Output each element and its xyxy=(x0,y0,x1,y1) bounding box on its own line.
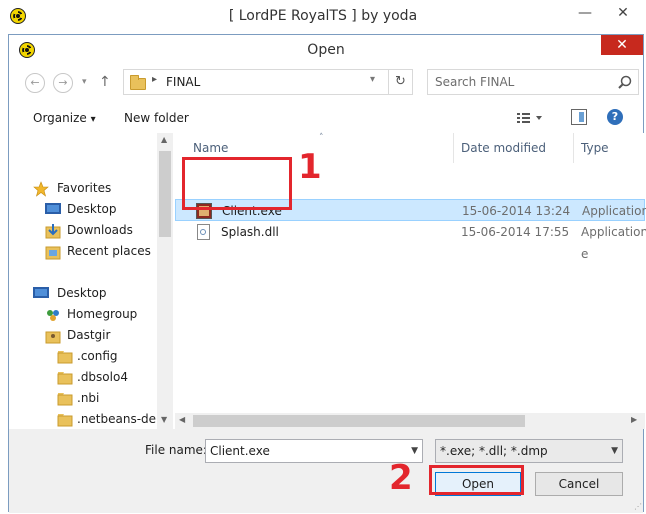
folder-icon xyxy=(130,75,146,90)
command-bar: Organize ▾ New folder ? xyxy=(9,103,643,133)
dll-file-icon xyxy=(197,224,210,240)
preview-pane-icon[interactable] xyxy=(571,109,587,125)
column-header-name[interactable]: Name xyxy=(193,141,228,155)
address-row: ← → ▾ ↑ ▸ FINAL ▾ ↻ Search FINAL xyxy=(9,65,643,103)
column-divider[interactable] xyxy=(453,133,454,163)
nav-item-label: Homegroup xyxy=(67,307,138,321)
minimize-button[interactable]: — xyxy=(566,0,604,26)
nav-item-netbeans-derb[interactable]: .netbeans-derb xyxy=(9,409,169,429)
file-name: Splash.dll xyxy=(221,225,279,239)
recent-places-icon xyxy=(45,244,61,266)
annotation-box-open xyxy=(429,465,524,495)
nav-item-label: Favorites xyxy=(57,181,112,195)
file-type: Application e xyxy=(581,225,646,261)
desktop-icon xyxy=(33,286,49,306)
new-folder-button[interactable]: New folder xyxy=(124,111,189,125)
nav-item-label: Downloads xyxy=(67,223,133,237)
organize-label: Organize xyxy=(33,111,87,125)
recent-locations-icon[interactable]: ▾ xyxy=(82,77,87,87)
nav-item-homegroup[interactable]: Homegroup xyxy=(9,304,157,324)
nav-item-desktop[interactable]: Desktop xyxy=(9,283,157,303)
search-icon[interactable] xyxy=(618,75,632,89)
file-name-label: File name: xyxy=(145,443,207,457)
nav-item-favorites[interactable]: Favorites xyxy=(9,178,157,198)
annotation-box-files xyxy=(182,157,292,210)
nav-item-label: Dastgir xyxy=(67,328,111,342)
resize-grip-icon[interactable]: ⋰ xyxy=(634,502,642,511)
nav-item-recent-places[interactable]: Recent places xyxy=(9,241,157,261)
horizontal-scroll-thumb[interactable] xyxy=(193,415,525,427)
desktop-icon xyxy=(45,202,61,222)
nav-item-label: .config xyxy=(77,349,118,363)
nav-item-downloads[interactable]: Downloads xyxy=(9,220,157,240)
address-dropdown-icon[interactable]: ▾ xyxy=(370,74,375,85)
column-divider[interactable] xyxy=(573,133,574,163)
nav-item-dbsolo4[interactable]: .dbsolo4 xyxy=(9,367,157,387)
search-box[interactable]: Search FINAL xyxy=(427,69,639,95)
refresh-icon[interactable]: ↻ xyxy=(388,70,412,94)
up-arrow-icon[interactable]: ↑ xyxy=(99,74,111,90)
navigation-pane: Favorites Desktop Downloads Recent places De… xyxy=(9,133,173,429)
dialog-titlebar: Open ✕ xyxy=(9,35,643,65)
nav-item-label: Desktop xyxy=(67,202,117,216)
chevron-down-icon[interactable]: ▼ xyxy=(611,440,618,462)
forward-button[interactable]: → xyxy=(53,73,73,93)
main-window: [ LordPE RoyalTS ] by yoda — ✕ Open ✕ ← … xyxy=(0,0,646,514)
column-header-date[interactable]: Date modified xyxy=(461,141,546,155)
file-date: 15-06-2014 17:55 xyxy=(461,225,570,239)
change-view-icon[interactable] xyxy=(517,111,543,125)
path-separator: ▸ xyxy=(152,74,158,85)
file-type: Application xyxy=(582,204,646,218)
cancel-button[interactable]: Cancel xyxy=(535,472,623,496)
file-date: 15-06-2014 13:24 xyxy=(462,204,571,218)
scroll-down-icon[interactable]: ▼ xyxy=(161,415,167,424)
scroll-right-icon[interactable]: ▶ xyxy=(631,415,637,424)
file-type-filter[interactable]: *.exe; *.dll; *.dmp ▼ xyxy=(435,439,623,463)
column-header-type[interactable]: Type xyxy=(581,141,609,155)
sort-ascending-icon: ˄ xyxy=(319,133,324,143)
search-input[interactable]: Search FINAL xyxy=(435,75,514,89)
scroll-up-icon[interactable]: ▲ xyxy=(161,135,167,144)
folder-icon xyxy=(57,412,73,429)
file-type-filter-value: *.exe; *.dll; *.dmp xyxy=(440,444,548,458)
nav-item-label: Desktop xyxy=(57,286,107,300)
dialog-close-button[interactable]: ✕ xyxy=(601,35,643,55)
organize-button[interactable]: Organize ▾ xyxy=(33,111,96,125)
open-dialog: Open ✕ ← → ▾ ↑ ▸ FINAL ▾ ↻ Search FINAL xyxy=(8,34,646,513)
nav-item-config[interactable]: .config xyxy=(9,346,157,366)
dialog-title: Open xyxy=(307,42,345,58)
file-row-splash[interactable]: Splash.dll 15-06-2014 17:55 Application … xyxy=(175,221,646,261)
nav-item-dastgir[interactable]: Dastgir xyxy=(9,325,157,345)
file-name-value: Client.exe xyxy=(210,444,270,458)
nav-scrollbar[interactable]: ▲ ▼ xyxy=(157,133,173,429)
nav-item-label: Recent places xyxy=(67,244,151,258)
nav-item-label: .dbsolo4 xyxy=(77,370,128,384)
back-button[interactable]: ← xyxy=(25,73,45,93)
chevron-down-icon: ▾ xyxy=(90,114,96,125)
nav-item-desktop[interactable]: Desktop xyxy=(9,199,157,219)
address-bar[interactable]: ▸ FINAL ▾ ↻ xyxy=(123,69,413,95)
scroll-left-icon[interactable]: ◀ xyxy=(179,415,185,424)
path-segment-final[interactable]: FINAL xyxy=(166,75,200,89)
main-close-button[interactable]: ✕ xyxy=(604,0,642,26)
horizontal-scrollbar[interactable]: ◀ ▶ xyxy=(175,413,645,429)
main-window-title: [ LordPE RoyalTS ] by yoda xyxy=(228,8,418,24)
nav-item-label: .nbi xyxy=(77,391,100,405)
nav-item-label: .netbeans-derb xyxy=(77,412,169,426)
dialog-footer: File name: Client.exe ▼ *.exe; *.dll; *.… xyxy=(9,429,643,513)
annotation-number-2: 2 xyxy=(389,458,413,498)
help-icon[interactable]: ? xyxy=(607,109,623,125)
main-titlebar: [ LordPE RoyalTS ] by yoda — ✕ xyxy=(0,0,646,34)
nav-scroll-thumb[interactable] xyxy=(159,151,171,237)
annotation-number-1: 1 xyxy=(298,147,322,187)
nav-item-nbi[interactable]: .nbi xyxy=(9,388,157,408)
